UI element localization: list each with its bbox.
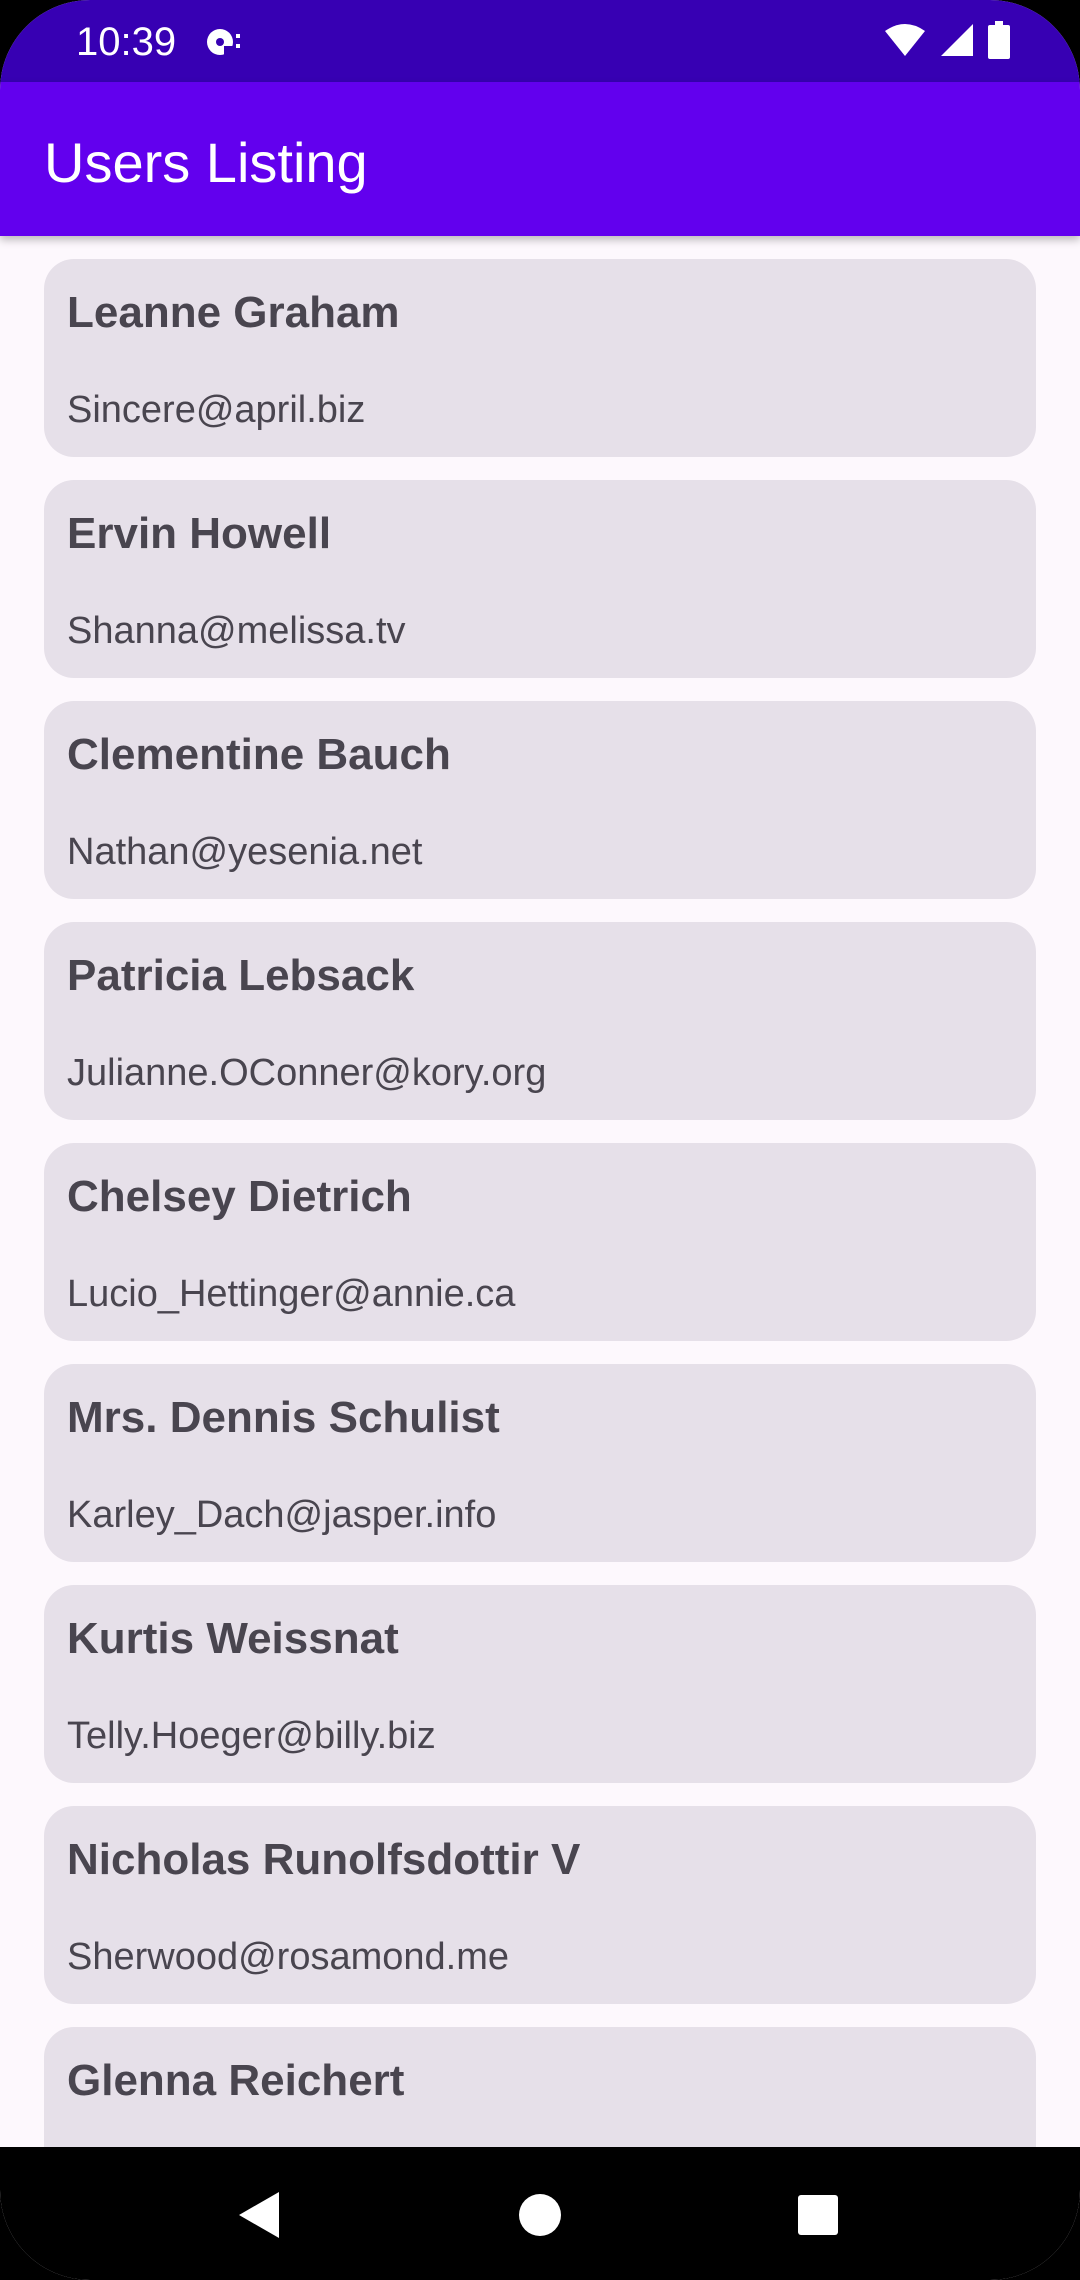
- user-email: Sincere@april.biz: [67, 389, 366, 431]
- user-card[interactable]: Ervin Howell Shanna@melissa.tv: [44, 480, 1036, 678]
- user-card[interactable]: Patricia Lebsack Julianne.OConner@kory.o…: [44, 922, 1036, 1120]
- user-card[interactable]: Clementine Bauch Nathan@yesenia.net: [44, 701, 1036, 899]
- user-name: Ervin Howell: [67, 509, 332, 558]
- app-bar: Users Listing: [0, 82, 1080, 236]
- battery-icon: [988, 20, 1010, 64]
- user-name: Glenna Reichert: [67, 2056, 405, 2105]
- user-email: Karley_Dach@jasper.info: [67, 1494, 497, 1536]
- user-card[interactable]: Chelsey Dietrich Lucio_Hettinger@annie.c…: [44, 1143, 1036, 1341]
- user-name: Chelsey Dietrich: [67, 1172, 412, 1221]
- user-card[interactable]: Kurtis Weissnat Telly.Hoeger@billy.biz: [44, 1585, 1036, 1783]
- user-email: Shanna@melissa.tv: [67, 610, 406, 652]
- user-card[interactable]: Glenna Reichert: [44, 2027, 1036, 2147]
- device-screen: 10:39 Users Listing Leanne Graham Sincer…: [0, 0, 1080, 2280]
- user-email: Lucio_Hettinger@annie.ca: [67, 1273, 516, 1315]
- user-email: Telly.Hoeger@billy.biz: [67, 1715, 436, 1757]
- user-name: Clementine Bauch: [67, 730, 451, 779]
- user-name: Patricia Lebsack: [67, 951, 415, 1000]
- page-title: Users Listing: [44, 131, 368, 194]
- user-email: Julianne.OConner@kory.org: [67, 1052, 547, 1094]
- users-list[interactable]: Leanne Graham Sincere@april.biz Ervin Ho…: [0, 236, 1080, 2147]
- user-email: Sherwood@rosamond.me: [67, 1936, 510, 1978]
- home-icon[interactable]: [500, 2175, 580, 2255]
- wifi-icon: [884, 23, 926, 62]
- status-bar: 10:39: [0, 0, 1080, 82]
- navigation-bar: [0, 2147, 1080, 2280]
- user-name: Leanne Graham: [67, 288, 400, 337]
- cell-signal-icon: [940, 23, 974, 62]
- user-card[interactable]: Leanne Graham Sincere@april.biz: [44, 259, 1036, 457]
- user-card[interactable]: Mrs. Dennis Schulist Karley_Dach@jasper.…: [44, 1364, 1036, 1562]
- user-email: Nathan@yesenia.net: [67, 831, 423, 873]
- recents-icon[interactable]: [778, 2175, 858, 2255]
- user-name: Kurtis Weissnat: [67, 1614, 399, 1663]
- status-time: 10:39: [76, 20, 177, 64]
- app-notification-icon: [204, 24, 244, 60]
- back-icon[interactable]: [219, 2175, 299, 2255]
- status-icons: [884, 20, 1010, 64]
- user-name: Nicholas Runolfsdottir V: [67, 1835, 581, 1884]
- user-name: Mrs. Dennis Schulist: [67, 1393, 500, 1442]
- user-card[interactable]: Nicholas Runolfsdottir V Sherwood@rosamo…: [44, 1806, 1036, 2004]
